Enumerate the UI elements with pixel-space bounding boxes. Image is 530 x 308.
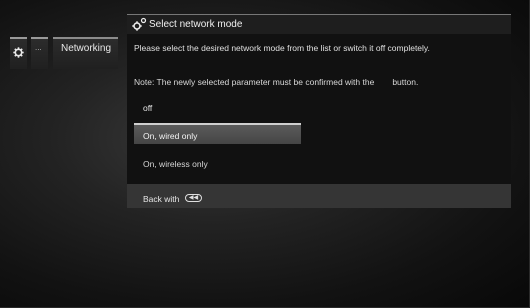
menu-tab-networking[interactable]: Networking: [53, 37, 118, 69]
back-button-icon: ◀◀: [185, 194, 202, 202]
menu-tab-more-label: ...: [35, 43, 42, 52]
dialog-note: Note: The newly selected parameter must …: [134, 77, 418, 87]
option-wireless-only[interactable]: On, wireless only: [134, 153, 301, 174]
note-text: Note: The newly selected parameter must …: [134, 77, 375, 87]
menu-tab-more[interactable]: ...: [31, 37, 48, 69]
dialog-title-bar: Select network mode: [127, 14, 511, 34]
option-label: On, wireless only: [143, 159, 208, 169]
dialog-title: Select network mode: [149, 19, 243, 30]
dialog-body: Please select the desired network mode f…: [127, 34, 511, 184]
option-label: On, wired only: [143, 131, 198, 141]
menu-tab-settings[interactable]: [10, 37, 27, 69]
option-label: off: [143, 103, 153, 113]
back-hint-label: Back with: [143, 194, 180, 204]
option-off[interactable]: off: [134, 97, 301, 118]
gear-icon: [13, 47, 24, 58]
note-text-end: button.: [392, 77, 419, 87]
dialog-description: Please select the desired network mode f…: [134, 43, 430, 53]
back-hint-bar: Back with ◀◀: [127, 184, 511, 208]
gear-icon: [132, 17, 147, 31]
menu-tab-networking-label: Networking: [61, 43, 112, 54]
option-wired-only[interactable]: On, wired only: [134, 123, 301, 144]
